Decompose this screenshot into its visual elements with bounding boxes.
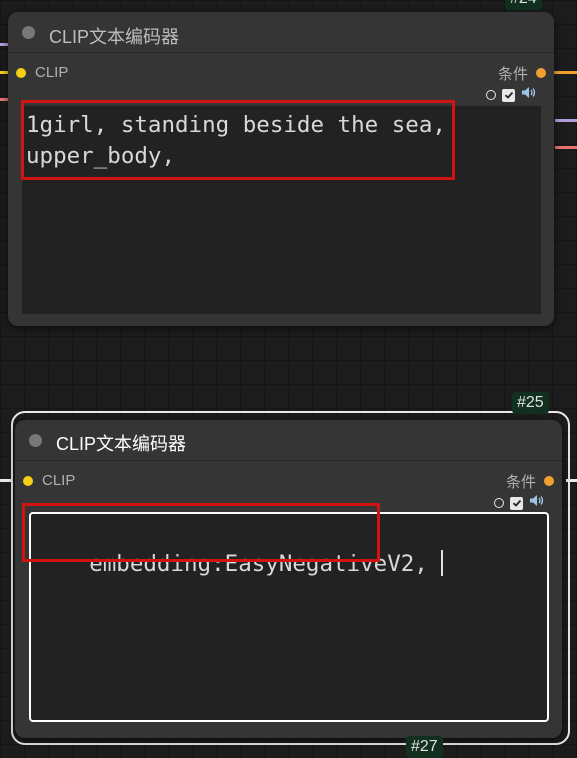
wire-red (0, 98, 8, 101)
clip-text-encode-node-positive[interactable]: CLIP文本编码器 CLIP 条件 1girl, standing beside… (8, 12, 554, 326)
widget-toolbar (494, 494, 545, 512)
prompt-text: embedding:EasyNegativeV2, (89, 551, 442, 577)
wire-clip-yellow (0, 71, 8, 74)
wire-clip-purple (0, 43, 8, 46)
conditioning-output-label: 条件 (505, 474, 536, 491)
checkbox-icon[interactable] (502, 88, 515, 102)
speaker-icon[interactable] (521, 86, 537, 104)
node-id-badge: #25 (512, 392, 549, 414)
speaker-icon[interactable] (529, 494, 545, 512)
conditioning-output-label: 条件 (497, 66, 528, 83)
collapse-dot-icon[interactable] (22, 26, 35, 39)
toggle-circle-icon[interactable] (486, 90, 496, 100)
node-title: CLIP文本编码器 (56, 434, 187, 454)
clip-text-encode-node-negative[interactable]: CLIP文本编码器 CLIP 条件 embedding:EasyNegative… (15, 420, 562, 738)
wire-purple-right (555, 119, 577, 122)
node-id-badge: #24 (505, 0, 542, 10)
wire-red-right (555, 146, 577, 149)
clip-input-slot[interactable] (23, 476, 33, 486)
node-title-bar[interactable]: CLIP文本编码器 (8, 12, 554, 53)
prompt-textarea[interactable]: embedding:EasyNegativeV2, (29, 512, 549, 722)
clip-input-label: CLIP (42, 472, 76, 489)
conditioning-output-slot[interactable] (536, 68, 546, 78)
node-id-badge: #27 (406, 736, 443, 758)
clip-input-slot[interactable] (16, 68, 26, 78)
prompt-textarea[interactable]: 1girl, standing beside the sea, upper_bo… (22, 106, 541, 314)
toggle-circle-icon[interactable] (494, 498, 504, 508)
conditioning-output-slot[interactable] (544, 476, 554, 486)
clip-input-label: CLIP (35, 64, 69, 81)
text-cursor (441, 550, 444, 576)
checkbox-icon[interactable] (510, 496, 523, 510)
widget-toolbar (486, 86, 537, 104)
collapse-dot-icon[interactable] (29, 434, 42, 447)
node-title-bar[interactable]: CLIP文本编码器 (15, 420, 562, 461)
node-title: CLIP文本编码器 (49, 27, 180, 47)
